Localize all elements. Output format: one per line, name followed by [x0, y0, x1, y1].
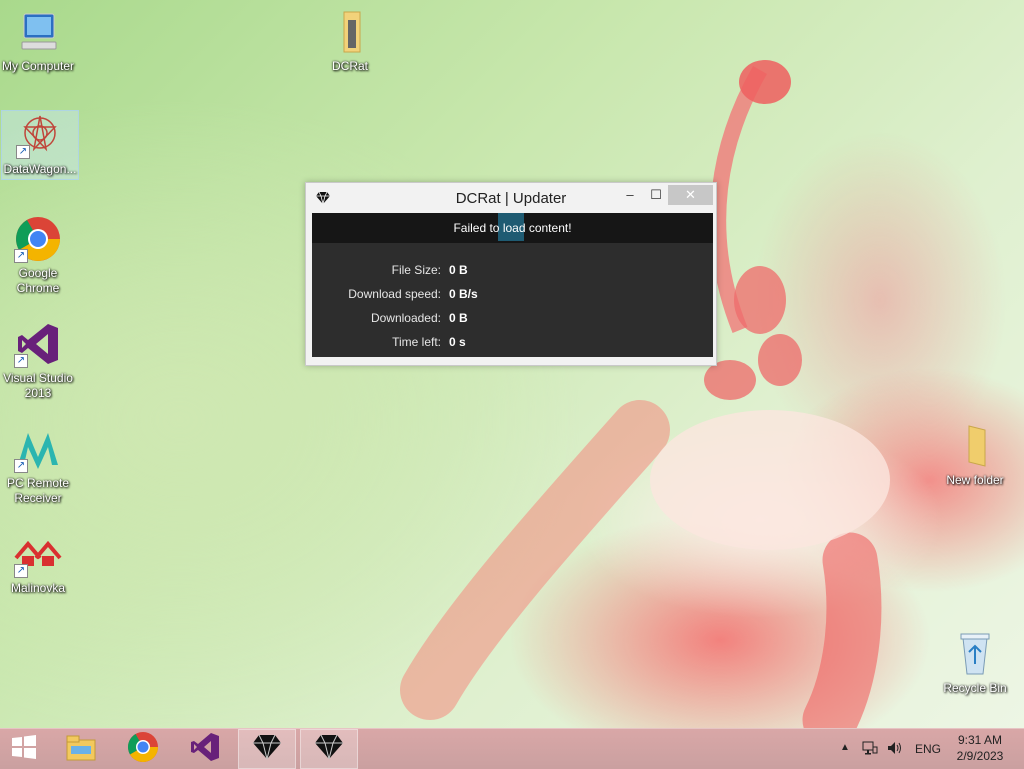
desktop-icon-label: My Computer — [1, 59, 75, 73]
show-hidden-icons-icon[interactable]: ▲ — [840, 742, 850, 753]
info-row-downloaded: Downloaded: 0 B — [312, 311, 713, 331]
info-row-download-speed: Download speed: 0 B/s — [312, 287, 713, 307]
chrome-icon — [127, 731, 159, 768]
taskbar-dcrat-1[interactable] — [238, 729, 296, 769]
desktop-icon-malinovka[interactable]: ↗ Malinovka — [0, 530, 76, 596]
desktop-icon-my-computer[interactable]: My Computer — [0, 8, 76, 74]
shortcut-arrow-icon: ↗ — [14, 354, 28, 368]
visual-studio-icon — [189, 731, 221, 768]
computer-icon — [14, 8, 62, 56]
dcrat-icon — [313, 733, 345, 766]
maximize-button[interactable]: ☐ — [642, 185, 670, 205]
title-bar[interactable]: DCRat | Updater – ☐ ✕ — [306, 183, 716, 213]
folder-icon — [326, 8, 374, 56]
status-message: Failed to load content! — [453, 221, 572, 235]
shortcut-arrow-icon: ↗ — [14, 249, 28, 263]
info-value: 0 B — [449, 263, 468, 277]
shortcut-arrow-icon: ↗ — [16, 145, 30, 159]
clock[interactable]: 9:31 AM 2/9/2023 — [948, 733, 1012, 763]
info-label: Downloaded: — [370, 311, 441, 325]
desktop-icon-pc-remote[interactable]: ↗ PC Remote Receiver — [0, 425, 76, 506]
desktop-icon-label: New folder — [946, 473, 1004, 487]
info-value: 0 s — [449, 335, 466, 349]
info-row-time-left: Time left: 0 s — [312, 335, 713, 355]
desktop-icon-datawagon[interactable]: ↗ DataWagon... — [1, 110, 79, 180]
info-row-file-size: File Size: 0 B — [312, 263, 713, 283]
desktop-icon-label: DataWagon... — [3, 162, 77, 176]
info-value: 0 B — [449, 311, 468, 325]
taskbar: ▲ ENG 9:31 AM 2/9/2023 — [0, 728, 1024, 769]
clock-date: 2/9/2023 — [956, 749, 1004, 763]
info-value: 0 B/s — [449, 287, 478, 301]
desktop-icon-label: Google Chrome — [16, 266, 60, 295]
dcrat-icon — [251, 733, 283, 766]
taskbar-visual-studio[interactable] — [176, 729, 234, 769]
pc-remote-icon: ↗ — [14, 425, 62, 473]
file-explorer-icon — [65, 732, 97, 767]
updater-content: Failed to load content! File Size: 0 B D… — [312, 213, 713, 357]
chrome-icon: ↗ — [14, 215, 62, 263]
status-banner: Failed to load content! — [312, 213, 713, 243]
taskbar-file-explorer[interactable] — [52, 729, 110, 769]
start-button[interactable] — [0, 729, 48, 769]
volume-icon[interactable] — [886, 740, 904, 759]
shortcut-arrow-icon: ↗ — [14, 459, 28, 473]
visual-studio-icon: ↗ — [14, 320, 62, 368]
info-label: File Size: — [391, 263, 441, 277]
info-label: Time left: — [392, 335, 441, 349]
desktop-icon-recycle-bin[interactable]: Recycle Bin — [937, 630, 1013, 696]
start-icon — [11, 734, 37, 765]
updater-window: DCRat | Updater – ☐ ✕ Failed to load con… — [305, 182, 717, 366]
desktop-icon-label: PC Remote Receiver — [6, 476, 70, 505]
language-indicator[interactable]: ENG — [915, 742, 941, 756]
clock-time: 9:31 AM — [957, 733, 1003, 747]
desktop-icon-google-chrome[interactable]: ↗ Google Chrome — [0, 215, 76, 296]
desktop-icon-label: Malinovka — [10, 581, 66, 595]
recycle-bin-icon — [951, 630, 999, 678]
desktop-icon-visual-studio[interactable]: ↗ Visual Studio 2013 — [0, 320, 76, 401]
taskbar-chrome[interactable] — [114, 729, 172, 769]
minimize-button[interactable]: – — [616, 185, 644, 205]
folder-icon — [951, 422, 999, 470]
close-button[interactable]: ✕ — [668, 185, 713, 205]
datawagon-icon: ↗ — [16, 111, 64, 159]
desktop-icon-label: Visual Studio 2013 — [3, 371, 73, 400]
malinovka-icon: ↗ — [14, 530, 62, 578]
desktop-icon-new-folder[interactable]: New folder — [937, 422, 1013, 488]
shortcut-arrow-icon: ↗ — [14, 564, 28, 578]
desktop-icon-label: Recycle Bin — [943, 681, 1007, 695]
desktop-icon-label: DCRat — [331, 59, 368, 73]
network-icon[interactable] — [862, 740, 878, 759]
info-label: Download speed: — [348, 287, 441, 301]
desktop-icon-dcrat-folder[interactable]: DCRat — [312, 8, 388, 74]
taskbar-dcrat-2[interactable] — [300, 729, 358, 769]
